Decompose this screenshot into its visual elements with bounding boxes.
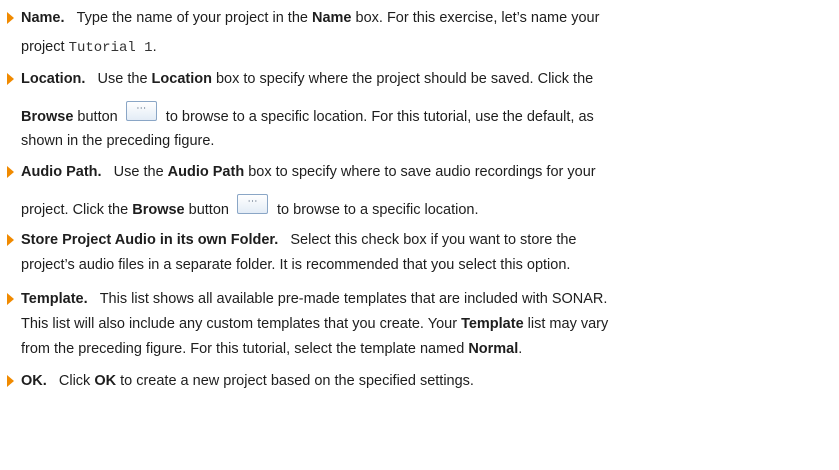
list-item-line: from the preceding figure. For this tuto… — [21, 341, 523, 357]
list-item-line: shown in the preceding figure. — [21, 133, 215, 149]
orange-arrow-bullet-icon — [7, 375, 14, 387]
list-item-line: project. Click the Browse button ⋯ to br… — [21, 194, 479, 218]
browse-button: ⋯ — [236, 194, 268, 214]
browse-button: ⋯ — [125, 101, 157, 121]
item-title: Location. — [21, 71, 86, 87]
project-name-code: Tutorial 1 — [68, 40, 153, 56]
list-item-line: project Tutorial 1. — [21, 39, 157, 56]
orange-arrow-bullet-icon — [7, 293, 14, 305]
list-item-line: Location. Use the Location box to specif… — [21, 71, 594, 87]
list-item-line: Browse button ⋯ to browse to a specific … — [21, 101, 594, 125]
list-item-line: Store Project Audio in its own Folder. S… — [21, 232, 577, 248]
item-title: Audio Path. — [21, 164, 102, 180]
orange-arrow-bullet-icon — [7, 166, 14, 178]
list-item-line: Template. This list shows all available … — [21, 291, 608, 307]
list-item-line: Audio Path. Use the Audio Path box to sp… — [21, 164, 596, 180]
item-title: OK. — [21, 373, 47, 389]
orange-arrow-bullet-icon — [7, 73, 14, 85]
item-title: Template. — [21, 291, 88, 307]
list-item-line: This list will also include any custom t… — [21, 316, 609, 332]
orange-arrow-bullet-icon — [7, 12, 14, 24]
ellipsis-icon: ⋯ — [136, 103, 147, 114]
list-item-line: Name. Type the name of your project in t… — [21, 10, 600, 26]
item-title: Store Project Audio in its own Folder. — [21, 232, 279, 248]
ellipsis-icon: ⋯ — [247, 196, 258, 207]
item-title: Name. — [21, 10, 65, 26]
list-item-line: OK. Click OK to create a new project bas… — [21, 373, 474, 389]
orange-arrow-bullet-icon — [7, 234, 14, 246]
list-item-line: project’s audio files in a separate fold… — [21, 257, 571, 273]
